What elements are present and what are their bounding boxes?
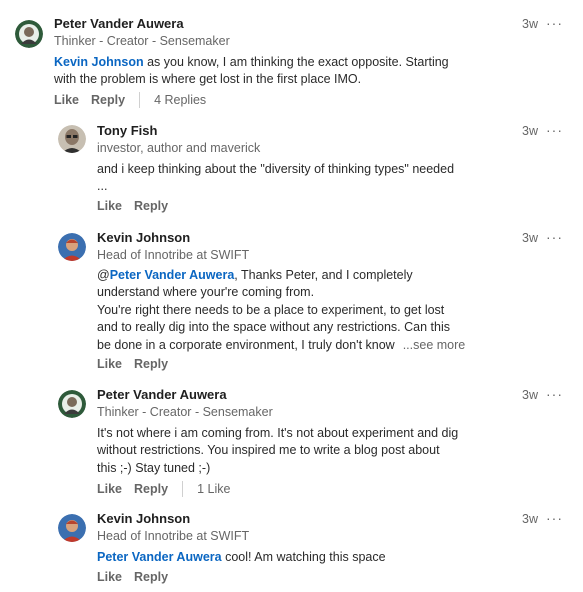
more-options-icon[interactable]: ··· xyxy=(546,122,563,138)
comment-text: Peter Vander Auwera cool! Am watching th… xyxy=(97,549,517,566)
comment-text-line: ... xyxy=(97,179,108,194)
comment-text-line: and i keep thinking about the "diversity… xyxy=(97,162,455,176)
comment-actions: Like Reply 1 Like xyxy=(97,481,230,497)
comment-text-line: with the problem is where get lost in th… xyxy=(54,72,362,87)
comment-text-line: cool! Am watching this space xyxy=(221,550,386,564)
timestamp: 3w xyxy=(522,231,538,245)
avatar-peter-image xyxy=(15,20,43,48)
divider xyxy=(139,92,141,108)
comment-actions: Like Reply xyxy=(97,570,168,584)
divider xyxy=(182,481,184,497)
reply-button[interactable]: Reply xyxy=(91,93,125,107)
comment-text: @Peter Vander Auwera, Thanks Peter, and … xyxy=(97,267,517,354)
mention-link[interactable]: Peter Vander Auwera xyxy=(110,268,235,282)
avatar-peter[interactable] xyxy=(58,390,86,418)
author-headline: Head of Innotribe at SWIFT xyxy=(97,248,250,262)
author-name[interactable]: Kevin Johnson xyxy=(97,230,190,245)
like-button[interactable]: Like xyxy=(54,93,79,107)
comment-text: It's not where i am coming from. It's no… xyxy=(97,425,517,477)
comment-text-line: , Thanks Peter, and I completely xyxy=(234,268,413,282)
avatar-kevin[interactable] xyxy=(58,514,86,542)
comment-text-line: be done in a corporate environment, I tr… xyxy=(97,337,395,352)
comment-actions: Like Reply 4 Replies xyxy=(54,92,206,108)
like-button[interactable]: Like xyxy=(97,357,122,371)
more-options-icon[interactable]: ··· xyxy=(546,386,563,402)
avatar-kevin[interactable] xyxy=(58,233,86,261)
reply-button[interactable]: Reply xyxy=(134,482,168,496)
timestamp: 3w xyxy=(522,17,538,31)
mention-link[interactable]: Kevin Johnson xyxy=(54,55,144,69)
author-name[interactable]: Peter Vander Auwera xyxy=(54,16,184,31)
timestamp: 3w xyxy=(522,512,538,526)
avatar-kevin-image xyxy=(58,233,86,261)
author-name[interactable]: Tony Fish xyxy=(97,123,157,138)
like-button[interactable]: Like xyxy=(97,570,122,584)
author-headline: Thinker - Creator - Sensemaker xyxy=(54,34,230,48)
comment-text-line: understand where your're coming from. xyxy=(97,285,315,300)
reply-button[interactable]: Reply xyxy=(134,357,168,371)
comment-text: Kevin Johnson as you know, I am thinking… xyxy=(54,54,524,89)
comment-actions: Like Reply xyxy=(97,357,168,371)
author-headline: Thinker - Creator - Sensemaker xyxy=(97,405,273,419)
avatar-peter-image xyxy=(58,390,86,418)
comment-text: and i keep thinking about the "diversity… xyxy=(97,161,507,196)
see-more-link[interactable]: ...see more xyxy=(403,338,466,352)
more-options-icon[interactable]: ··· xyxy=(546,510,563,526)
likes-count-link[interactable]: 1 Like xyxy=(197,482,230,496)
like-button[interactable]: Like xyxy=(97,482,122,496)
comment-text-line: You're right there needs to be a place t… xyxy=(97,302,445,317)
comment-text-line: and to really dig into the space without… xyxy=(97,320,450,335)
author-headline: investor, author and maverick xyxy=(97,141,261,155)
reply-button[interactable]: Reply xyxy=(134,570,168,584)
timestamp: 3w xyxy=(522,388,538,402)
mention-link[interactable]: Peter Vander Auwera xyxy=(97,550,222,564)
more-options-icon[interactable]: ··· xyxy=(546,229,563,245)
author-name[interactable]: Kevin Johnson xyxy=(97,511,190,526)
comment-actions: Like Reply xyxy=(97,199,168,213)
comment-text-line: It's not where i am coming from. It's no… xyxy=(97,426,459,440)
avatar-tony[interactable] xyxy=(58,125,86,153)
comment-text-line: without restrictions. You inspired me to… xyxy=(97,443,440,458)
comment-text-at: @ xyxy=(97,268,110,282)
like-button[interactable]: Like xyxy=(97,199,122,213)
more-options-icon[interactable]: ··· xyxy=(546,15,563,31)
comment-text-line: as you know, I am thinking the exact opp… xyxy=(143,55,449,69)
comment-text-line: this ;-) Stay tuned ;-) xyxy=(97,460,211,475)
avatar-peter[interactable] xyxy=(15,20,43,48)
replies-count-link[interactable]: 4 Replies xyxy=(154,93,206,107)
avatar-tony-image xyxy=(58,125,86,153)
avatar-kevin-image xyxy=(58,514,86,542)
timestamp: 3w xyxy=(522,124,538,138)
reply-button[interactable]: Reply xyxy=(134,199,168,213)
author-headline: Head of Innotribe at SWIFT xyxy=(97,529,250,543)
author-name[interactable]: Peter Vander Auwera xyxy=(97,387,227,402)
